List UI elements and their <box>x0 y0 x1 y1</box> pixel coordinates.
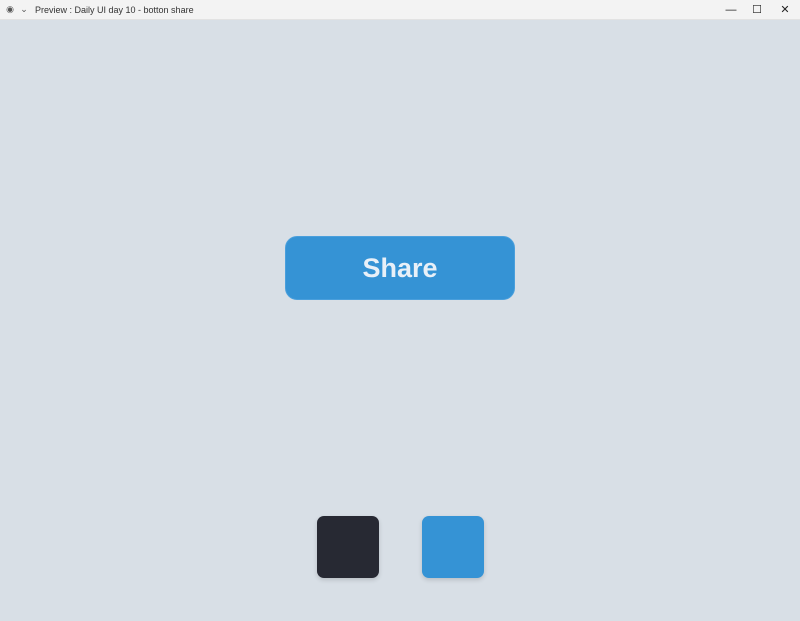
blue-color-swatch[interactable] <box>422 516 484 578</box>
dark-color-swatch[interactable] <box>317 516 379 578</box>
close-button[interactable]: ✕ <box>770 0 800 20</box>
record-icon[interactable]: ◉ <box>3 4 17 15</box>
window-title: Preview : Daily UI day 10 - botton share <box>35 4 194 15</box>
maximize-button[interactable]: ☐ <box>742 0 772 20</box>
chevron-down-icon[interactable]: ⌄ <box>17 4 31 15</box>
share-button[interactable]: Share <box>285 236 515 300</box>
title-bar: ◉ ⌄ Preview : Daily UI day 10 - botton s… <box>0 0 800 20</box>
